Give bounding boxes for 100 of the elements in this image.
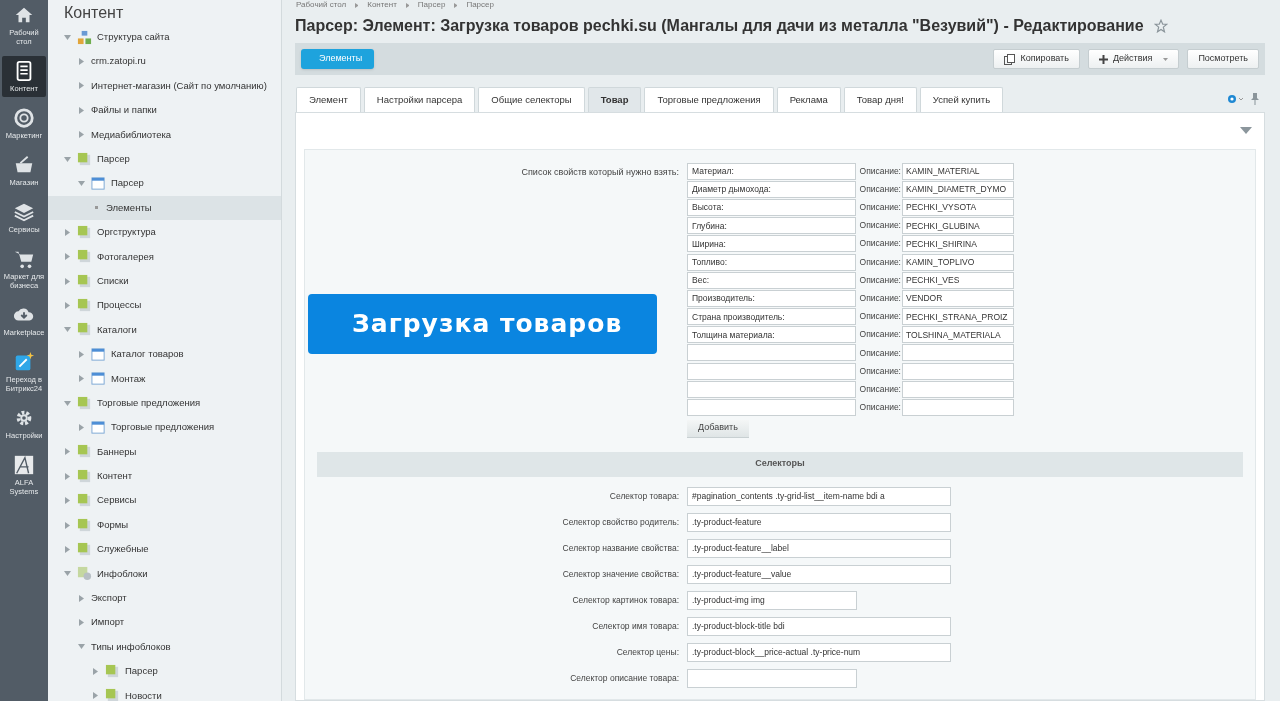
tree-item[interactable]: Парсер bbox=[48, 171, 281, 196]
collapsed-icon[interactable] bbox=[64, 497, 72, 505]
input-field[interactable]: PECHKI_GLUBINA bbox=[902, 217, 1014, 235]
tree-item[interactable]: Инфоблоки bbox=[48, 561, 281, 586]
input-field[interactable]: .ty-product-feature bbox=[687, 512, 951, 532]
expanded-icon[interactable] bbox=[64, 326, 72, 334]
collapse-icon[interactable] bbox=[1240, 127, 1252, 135]
input-field[interactable]: #pagination_contents .ty-grid-list__item-name bdi a bbox=[687, 486, 951, 506]
input-field[interactable] bbox=[902, 399, 1014, 417]
collapsed-icon[interactable] bbox=[78, 423, 86, 431]
collapsed-icon[interactable] bbox=[64, 277, 72, 285]
tree-item[interactable]: Служебные bbox=[48, 537, 281, 562]
breadcrumb-link[interactable]: Контент bbox=[367, 0, 397, 11]
add-button[interactable]: Добавить bbox=[687, 419, 749, 438]
tree-item[interactable]: Процессы bbox=[48, 293, 281, 318]
collapsed-icon[interactable] bbox=[92, 692, 100, 700]
tree-item[interactable]: Интернет-магазин (Сайт по умолчанию) bbox=[48, 73, 281, 99]
collapsed-icon[interactable] bbox=[64, 253, 72, 261]
tree-item[interactable]: Новости bbox=[48, 683, 281, 701]
input-field[interactable] bbox=[687, 344, 856, 362]
tree-item[interactable]: Медиабиблиотека bbox=[48, 122, 281, 147]
expanded-icon[interactable] bbox=[64, 570, 72, 578]
input-field[interactable]: KAMIN_DIAMETR_DYMO bbox=[902, 180, 1014, 198]
tree-item[interactable]: Импорт bbox=[48, 610, 281, 635]
expanded-icon[interactable] bbox=[78, 643, 86, 651]
collapsed-icon[interactable] bbox=[78, 58, 86, 66]
toolbar-button[interactable]: Действия bbox=[1087, 49, 1180, 69]
input-field[interactable]: Диаметр дымохода: bbox=[687, 180, 856, 198]
input-field[interactable] bbox=[902, 344, 1014, 362]
tree-item[interactable]: Сервисы bbox=[48, 488, 281, 513]
tree-item[interactable]: Оргструктура bbox=[48, 220, 281, 245]
settings-icon[interactable] bbox=[1227, 94, 1245, 104]
input-field[interactable] bbox=[902, 362, 1014, 380]
tree-item[interactable]: crm.zatopi.ru bbox=[48, 49, 281, 74]
tab[interactable]: Элемент bbox=[296, 87, 361, 112]
tree-item[interactable]: Файлы и папки bbox=[48, 98, 281, 123]
tab[interactable]: Общие селекторы bbox=[478, 87, 585, 112]
expanded-icon[interactable] bbox=[78, 180, 86, 188]
tree-item[interactable]: Экспорт bbox=[48, 586, 281, 611]
input-field[interactable]: .ty-product-block-title bdi bbox=[687, 616, 951, 636]
tree-item[interactable]: Списки bbox=[48, 268, 281, 294]
tree-item[interactable]: Формы bbox=[48, 512, 281, 538]
tree-item[interactable]: Структура сайта bbox=[48, 25, 281, 50]
input-field[interactable] bbox=[687, 668, 857, 688]
tree-item[interactable]: Парсер bbox=[48, 146, 281, 172]
input-field[interactable]: Вес: bbox=[687, 271, 856, 289]
tree-item[interactable]: Монтаж bbox=[48, 366, 281, 391]
expanded-icon[interactable] bbox=[64, 399, 72, 407]
input-field[interactable]: KAMIN_TOPLIVO bbox=[902, 253, 1014, 271]
star-icon[interactable] bbox=[1153, 19, 1168, 33]
input-field[interactable] bbox=[687, 362, 856, 380]
tree-item[interactable]: Парсер bbox=[48, 659, 281, 684]
collapsed-icon[interactable] bbox=[78, 350, 86, 358]
collapsed-icon[interactable] bbox=[64, 545, 72, 553]
input-field[interactable]: Высота: bbox=[687, 198, 856, 216]
collapsed-icon[interactable] bbox=[64, 448, 72, 456]
collapsed-icon[interactable] bbox=[64, 302, 72, 309]
input-field[interactable]: .ty-product-block__price-actual .ty-price-num bbox=[687, 642, 951, 662]
toolbar-button[interactable]: Посмотреть bbox=[1187, 49, 1259, 69]
tree-item[interactable]: Торговые предложения bbox=[48, 390, 281, 416]
toolbar-button[interactable]: Копировать bbox=[993, 49, 1080, 69]
input-field[interactable]: Топливо: bbox=[687, 253, 856, 271]
tree-item[interactable]: Торговые предложения bbox=[48, 415, 281, 440]
input-field[interactable]: Материал: bbox=[687, 162, 856, 180]
tab[interactable]: Товар bbox=[587, 87, 642, 112]
input-field[interactable]: .ty-product-feature__label bbox=[687, 538, 951, 558]
input-field[interactable]: PECHKI_SHIRINA bbox=[902, 235, 1014, 253]
tab[interactable]: Товар дня! bbox=[843, 87, 917, 112]
breadcrumb-link[interactable]: Парсер bbox=[417, 0, 446, 11]
input-field[interactable]: Производитель: bbox=[687, 289, 856, 307]
tree-item[interactable]: Каталоги bbox=[48, 317, 281, 343]
input-field[interactable]: .ty-product-img img bbox=[687, 590, 857, 610]
collapsed-icon[interactable] bbox=[64, 521, 72, 529]
tree-item[interactable]: Каталог товаров bbox=[48, 342, 281, 367]
tree-item[interactable]: Контент bbox=[48, 464, 281, 489]
tab[interactable]: Настройки парсера bbox=[363, 87, 476, 112]
tab[interactable]: Торговые предложения bbox=[644, 87, 774, 112]
expanded-icon[interactable] bbox=[64, 155, 72, 163]
tab[interactable]: Успей купить bbox=[919, 87, 1004, 112]
input-field[interactable]: Страна производитель: bbox=[687, 308, 856, 326]
input-field[interactable]: KAMIN_MATERIAL bbox=[902, 162, 1014, 180]
tree-item[interactable]: Элементы bbox=[48, 195, 281, 221]
input-field[interactable]: PECHKI_VYSOTA bbox=[902, 198, 1014, 216]
tree-item[interactable]: Типы инфоблоков bbox=[48, 634, 281, 660]
breadcrumb-link[interactable]: Рабочий стол bbox=[296, 0, 347, 11]
input-field[interactable]: PECHKI_STRANA_PROIZ bbox=[902, 308, 1014, 326]
collapsed-icon[interactable] bbox=[78, 594, 86, 602]
input-field[interactable]: PECHKI_VES bbox=[902, 271, 1014, 289]
input-field[interactable] bbox=[902, 380, 1014, 398]
tree-item[interactable]: Баннеры bbox=[48, 439, 281, 465]
input-field[interactable]: Толщина материала: bbox=[687, 326, 856, 344]
collapsed-icon[interactable] bbox=[92, 667, 100, 675]
collapsed-icon[interactable] bbox=[78, 106, 86, 114]
expanded-icon[interactable] bbox=[64, 33, 72, 41]
collapsed-icon[interactable] bbox=[78, 619, 86, 627]
input-field[interactable]: VENDOR bbox=[902, 289, 1014, 307]
collapsed-icon[interactable] bbox=[78, 82, 86, 90]
input-field[interactable]: Глубина: bbox=[687, 217, 856, 235]
collapsed-icon[interactable] bbox=[78, 131, 86, 139]
input-field[interactable] bbox=[687, 399, 856, 417]
